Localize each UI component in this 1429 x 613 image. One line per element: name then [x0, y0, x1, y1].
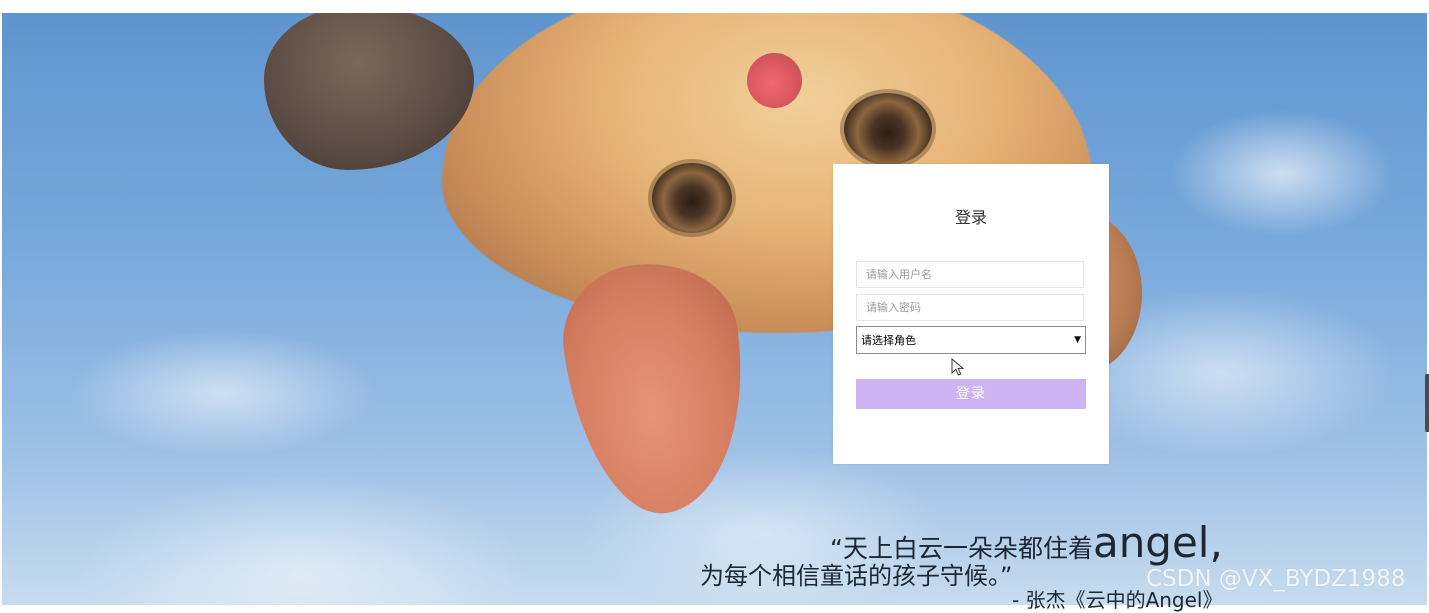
login-button[interactable]: 登录 [856, 379, 1086, 409]
login-title: 登录 [954, 208, 987, 227]
top-bar [0, 0, 1429, 14]
quote-line-1-accent: angel, [1092, 518, 1223, 567]
cat-ear-left [264, 13, 474, 170]
side-tab-handle[interactable] [1425, 374, 1429, 432]
cat-eye-right [844, 93, 932, 165]
role-select[interactable]: 请选择角色 ▼ [856, 326, 1086, 354]
login-card: 登录 请选择角色 ▼ 登录 [833, 164, 1109, 464]
cat-eye-left [652, 163, 732, 233]
watermark: CSDN @VX_BYDZ1988 [1146, 566, 1406, 592]
password-input[interactable] [856, 294, 1084, 321]
cat-nose [747, 53, 802, 108]
chevron-down-icon: ▼ [1074, 335, 1081, 345]
mouse-pointer-icon [951, 358, 965, 376]
background-image [2, 13, 1427, 605]
role-select-label: 请选择角色 [861, 334, 916, 347]
quote-line-2: 为每个相信童话的孩子守候。” [700, 562, 1013, 590]
username-input[interactable] [856, 261, 1084, 288]
